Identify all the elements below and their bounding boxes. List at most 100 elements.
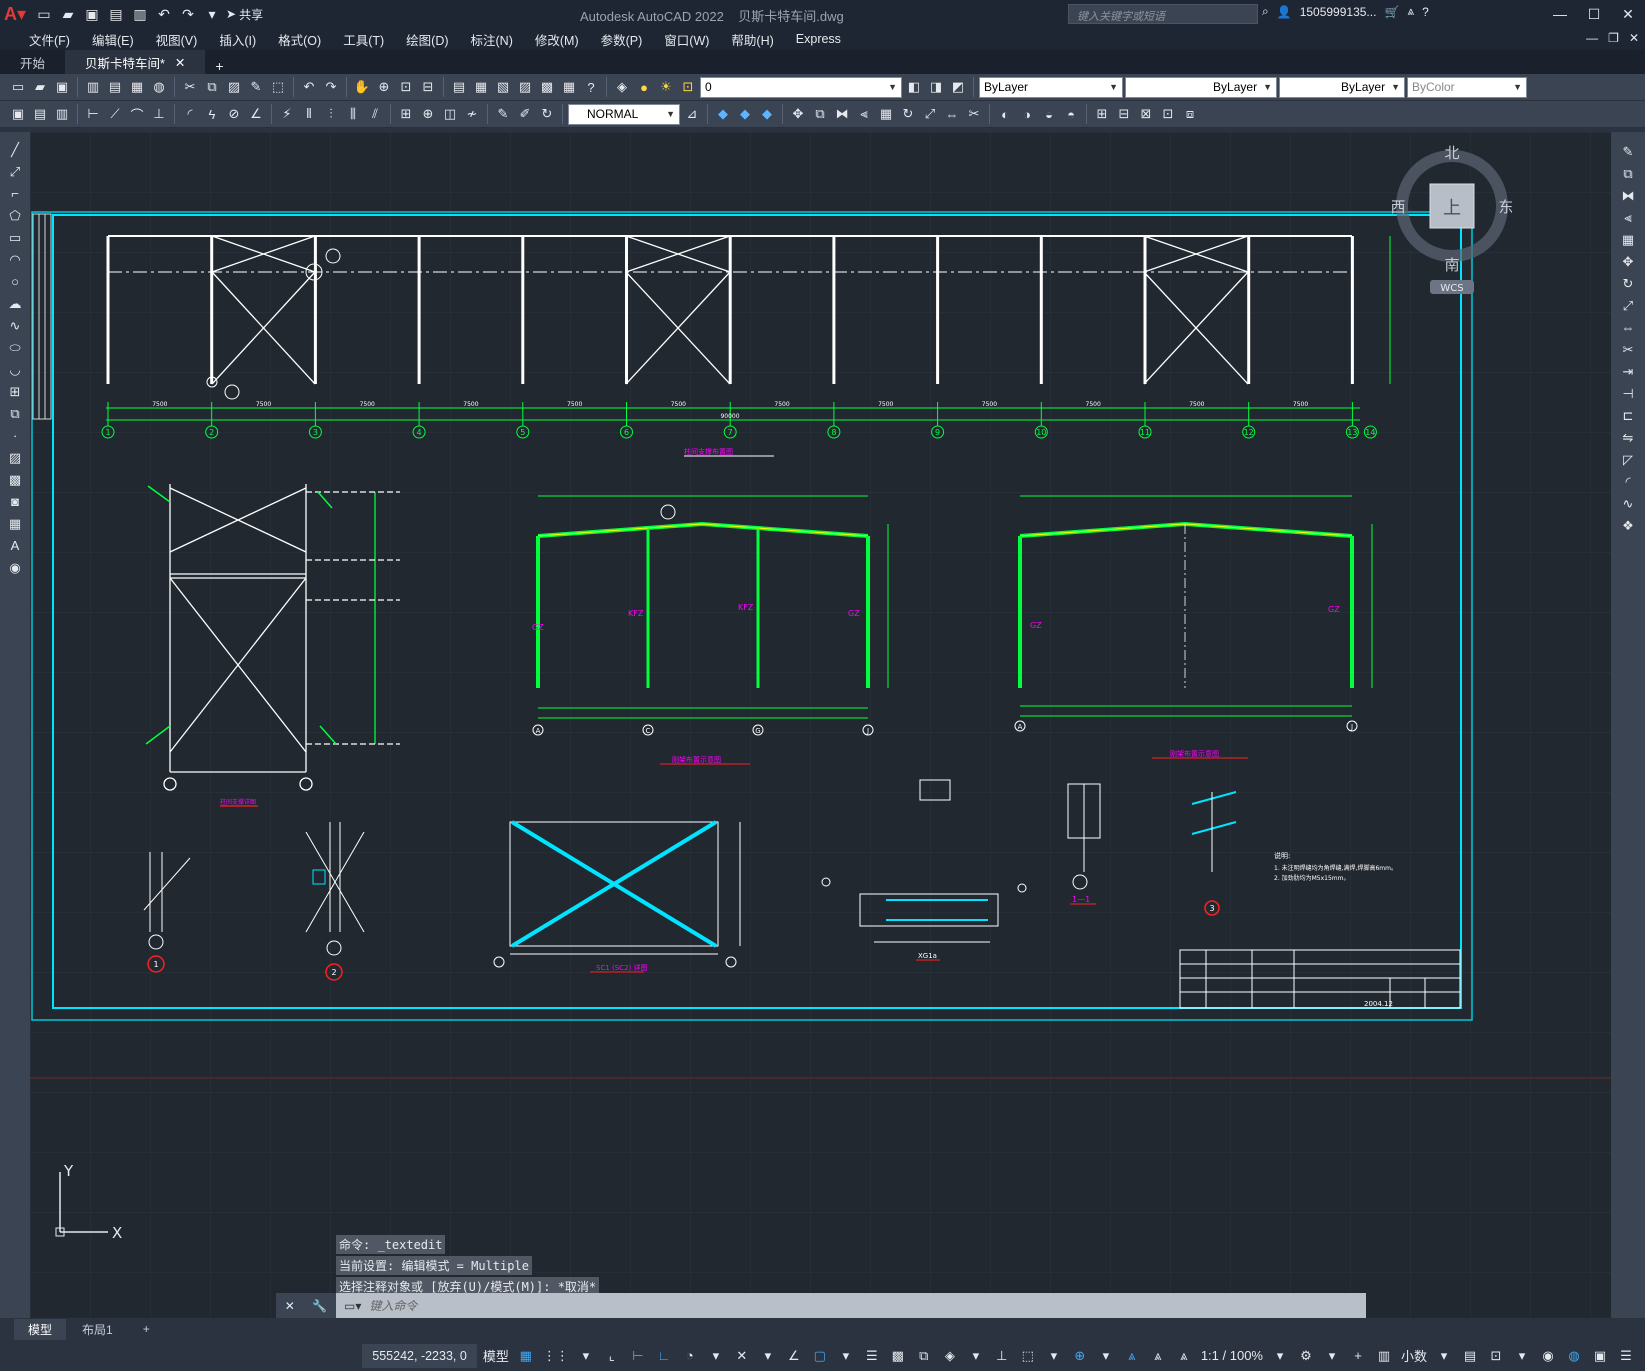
lock-ui-icon[interactable]: ⊡ (1485, 1344, 1507, 1368)
move-tool-icon[interactable]: ✥ (788, 104, 808, 124)
attach-icon[interactable]: ⊞ (1092, 104, 1112, 124)
user-icon[interactable]: 👤 (1277, 5, 1292, 19)
menu-format[interactable]: 格式(O) (267, 30, 332, 49)
aligned-dim-icon[interactable]: ⟋ (105, 104, 125, 124)
lineweight-icon[interactable]: ☰ (861, 1344, 883, 1368)
explode-icon[interactable]: ❖ (1617, 516, 1639, 535)
undo-tool-icon[interactable]: ↶ (299, 77, 319, 97)
menu-tools[interactable]: 工具(T) (332, 30, 395, 49)
blend-icon[interactable]: ∿ (1617, 494, 1639, 513)
properties-icon[interactable]: ▤ (449, 77, 469, 97)
layer-on-icon[interactable]: ● (634, 77, 654, 97)
diameter-dim-icon[interactable]: ⊘ (224, 104, 244, 124)
tool-palettes-icon[interactable]: ▧ (493, 77, 513, 97)
region-icon[interactable]: ◙ (4, 492, 26, 511)
annotation-visibility-icon[interactable]: ⩓ (1121, 1344, 1143, 1368)
dynamic-ucs-icon[interactable]: ⊥ (991, 1344, 1013, 1368)
menu-view[interactable]: 视图(V) (145, 30, 209, 49)
make-current-layer-icon[interactable]: ◧ (904, 77, 924, 97)
save-file-icon[interactable]: ▣ (52, 77, 72, 97)
baseline-dim-icon[interactable]: ⫴ (299, 104, 319, 124)
copy-object-icon[interactable]: ⧉ (1617, 164, 1639, 183)
chevron-down-icon[interactable]: ▾ (1321, 1344, 1343, 1368)
calculator-icon[interactable]: ▦ (559, 77, 579, 97)
rotate-icon[interactable]: ↻ (1617, 274, 1639, 293)
color-dropdown[interactable]: ByLayer ▼ (979, 76, 1123, 98)
compass-west[interactable]: 西 (1390, 198, 1406, 216)
gradient-icon[interactable]: ▩ (4, 470, 26, 489)
layer-freeze-icon[interactable]: ☀ (656, 77, 676, 97)
sheet-set-icon[interactable]: ▨ (515, 77, 535, 97)
open-icon[interactable]: ▰ (58, 4, 78, 24)
array-icon[interactable]: ▦ (1617, 230, 1639, 249)
dim-update-icon[interactable]: ↻ (537, 104, 557, 124)
transparency-icon[interactable]: ▩ (887, 1344, 909, 1368)
mirror-tool-icon[interactable]: ⧓ (832, 104, 852, 124)
break-point-icon[interactable]: ⊣ (1617, 384, 1639, 403)
hardware-acceleration-icon[interactable]: ◍ (1563, 1344, 1585, 1368)
offset-tool-icon[interactable]: ⫷ (854, 104, 874, 124)
redo-tool-icon[interactable]: ↷ (321, 77, 341, 97)
autocad-logo-icon[interactable]: A▾ (0, 0, 30, 28)
chevron-down-icon[interactable]: ▾ (1511, 1344, 1533, 1368)
selection-filter-icon[interactable]: ⬚ (1017, 1344, 1039, 1368)
minimize-icon[interactable]: — (1543, 0, 1577, 28)
zoom-window-icon[interactable]: ⊡ (396, 77, 416, 97)
search-icon[interactable]: ⌕ (1262, 4, 1269, 19)
selection-cycling-icon[interactable]: ⧉ (913, 1344, 935, 1368)
quick-dim-icon[interactable]: ⚡ (277, 104, 297, 124)
hatch-icon[interactable]: ▨ (4, 448, 26, 467)
tab-close-icon[interactable]: ✕ (175, 55, 185, 70)
wcs-menu[interactable]: WCS (1440, 283, 1463, 294)
polar-icon[interactable]: ◔ (679, 1344, 701, 1368)
continue-dim-icon[interactable]: ⫶ (321, 104, 341, 124)
ellipse-icon[interactable]: ⬭ (4, 338, 26, 357)
add-layout-icon[interactable]: + (129, 1320, 164, 1338)
arc-length-icon[interactable]: ⌒ (127, 104, 147, 124)
maximize-icon[interactable]: ☐ (1577, 0, 1611, 28)
menu-modify[interactable]: 修改(M) (524, 30, 590, 49)
lineweight-dropdown[interactable]: ByLayer ▼ (1279, 76, 1405, 98)
drawing-canvas[interactable]: 7500 7500 7500 7500 7500 7500 7500 7500 7500 7500… (30, 132, 1611, 1318)
compass-east[interactable]: 东 (1498, 198, 1513, 216)
ucs-icon[interactable]: ◆ (713, 104, 733, 124)
layout-tab-model[interactable]: 模型 (14, 1318, 67, 1340)
chevron-down-icon[interactable]: ▾ (1043, 1344, 1065, 1368)
erase-icon[interactable]: ✎ (1617, 142, 1639, 161)
layer-dropdown[interactable]: 0 ▼ (700, 76, 902, 98)
doc-close-icon[interactable]: ✕ (1629, 31, 1639, 45)
add-selected-icon[interactable]: ◉ (4, 558, 26, 577)
3d-osnap-icon[interactable]: ◈ (939, 1344, 961, 1368)
3d-dwf-icon[interactable]: ◍ (149, 77, 169, 97)
share-button[interactable]: ➤ 共享 (226, 6, 263, 23)
compass-north[interactable]: 北 (1444, 144, 1459, 162)
menu-draw[interactable]: 绘图(D) (395, 30, 459, 49)
quick-properties-icon[interactable]: ▤ (1459, 1344, 1481, 1368)
dim-space-icon[interactable]: ⫼ (343, 104, 363, 124)
polyline-icon[interactable]: ⌐ (4, 184, 26, 203)
arc-icon[interactable]: ◠ (4, 250, 26, 269)
scale-icon[interactable]: ⤢ (1617, 296, 1639, 315)
offset-icon[interactable]: ⫷ (1617, 208, 1639, 227)
layer-previous-icon[interactable]: ◨ (926, 77, 946, 97)
qnew-icon[interactable]: ▭ (8, 77, 28, 97)
clean-screen-icon[interactable]: ▣ (1589, 1344, 1611, 1368)
circle-icon[interactable]: ○ (4, 272, 26, 291)
dim-text-edit-icon[interactable]: ✐ (515, 104, 535, 124)
clip-icon[interactable]: ⊟ (1114, 104, 1134, 124)
close-icon[interactable]: ✕ (1611, 0, 1645, 28)
dynamic-input-icon[interactable]: ⊢ (627, 1344, 649, 1368)
menu-edit[interactable]: 编辑(E) (81, 30, 145, 49)
stretch-icon[interactable]: ⇔ (1617, 318, 1639, 337)
layer-states-icon[interactable]: ◩ (948, 77, 968, 97)
views-icon[interactable]: ◓ (1061, 104, 1081, 124)
auto-scale-icon[interactable]: ⩓ (1147, 1344, 1169, 1368)
inspect-icon[interactable]: ◫ (440, 104, 460, 124)
reference-icon[interactable]: ⧈ (1180, 104, 1200, 124)
compass-south[interactable]: 南 (1444, 256, 1459, 274)
undo-icon[interactable]: ↶ (154, 4, 174, 24)
snap-icon[interactable]: ⋮⋮ (541, 1344, 571, 1368)
design-center-icon[interactable]: ▦ (471, 77, 491, 97)
user-name[interactable]: 1505999135... (1300, 5, 1377, 19)
redo-icon[interactable]: ↷ (178, 4, 198, 24)
